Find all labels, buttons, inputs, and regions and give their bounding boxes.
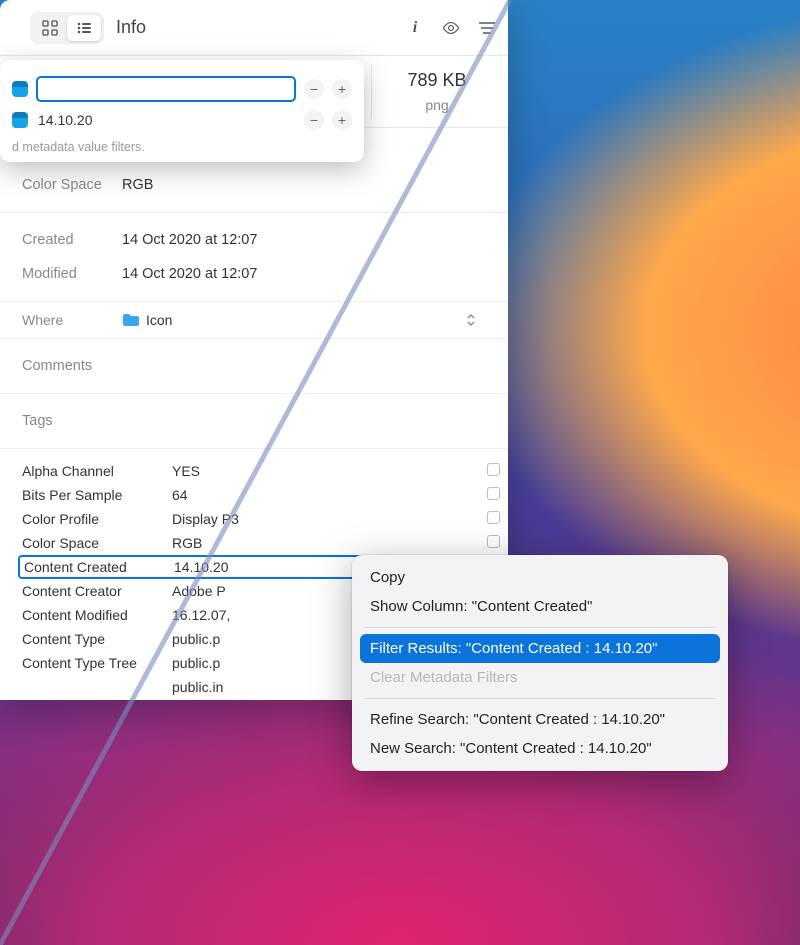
colorspace-value: RGB <box>122 177 486 193</box>
filter-row-2: 14.10.20 − + <box>12 106 352 134</box>
metadata-label: Color Profile <box>22 511 172 527</box>
colorspace-label: Color Space <box>22 177 122 193</box>
info-dates-section: Created 14 Oct 2020 at 12:07 Modified 14… <box>0 212 508 301</box>
metadata-value: 64 <box>172 487 478 503</box>
chevron-updown-icon[interactable] <box>466 312 476 328</box>
info-icon[interactable]: i <box>406 19 424 37</box>
filter-chip-icon <box>12 112 28 128</box>
filter-value-text-2[interactable]: 14.10.20 <box>36 112 296 128</box>
metadata-checkbox[interactable] <box>478 535 508 551</box>
preview-icon[interactable] <box>442 19 460 37</box>
metadata-label: Content Type Tree <box>22 655 172 671</box>
ctx-copy[interactable]: Copy <box>360 563 720 592</box>
metadata-checkbox[interactable] <box>478 487 508 503</box>
add-filter-button-2[interactable]: + <box>332 110 352 130</box>
created-value: 14 Oct 2020 at 12:07 <box>122 232 486 248</box>
ctx-clear-filters: Clear Metadata Filters <box>360 663 720 692</box>
metadata-label: Alpha Channel <box>22 463 172 479</box>
add-filter-button-1[interactable]: + <box>332 79 352 99</box>
metadata-row[interactable]: Color SpaceRGB <box>22 531 508 555</box>
metadata-label: Content Created <box>24 559 174 575</box>
info-tags-section: Tags <box>0 393 508 448</box>
modified-label: Modified <box>22 266 122 282</box>
ctx-show-column[interactable]: Show Column: "Content Created" <box>360 592 720 621</box>
comments-label: Comments <box>22 358 122 374</box>
filter-value-input-1[interactable] <box>36 76 296 102</box>
metadata-label: Content Type <box>22 631 172 647</box>
metadata-row[interactable]: Color ProfileDisplay P3 <box>22 507 508 531</box>
context-menu: Copy Show Column: "Content Created" Filt… <box>352 555 728 771</box>
metadata-label: Bits Per Sample <box>22 487 172 503</box>
created-label: Created <box>22 232 122 248</box>
metadata-value: Display P3 <box>172 511 478 527</box>
remove-filter-button-2[interactable]: − <box>304 110 324 130</box>
filter-popup: − + 14.10.20 − + d metadata value filter… <box>0 60 364 162</box>
where-folder[interactable]: Icon <box>122 312 172 328</box>
where-label: Where <box>22 312 122 328</box>
list-icon <box>76 20 92 36</box>
titlebar: Info i <box>0 0 508 56</box>
list-view-button[interactable] <box>67 15 101 41</box>
settings-lines-icon[interactable] <box>478 19 496 37</box>
view-switch[interactable] <box>30 12 104 44</box>
info-where-section: Where Icon <box>0 301 508 338</box>
remove-filter-button-1[interactable]: − <box>304 79 324 99</box>
ctx-separator <box>364 698 716 699</box>
metadata-label: Content Creator <box>22 583 172 599</box>
filter-chip-icon <box>12 81 28 97</box>
grid-view-button[interactable] <box>33 15 67 41</box>
metadata-checkbox[interactable] <box>478 463 508 479</box>
metadata-checkbox[interactable] <box>478 511 508 527</box>
metadata-value: RGB <box>172 535 478 551</box>
where-value: Icon <box>146 312 172 328</box>
metadata-label: Color Space <box>22 535 172 551</box>
file-extension: png <box>382 97 492 113</box>
ctx-new-search[interactable]: New Search: "Content Created : 14.10.20" <box>360 734 720 763</box>
ctx-filter-results[interactable]: Filter Results: "Content Created : 14.10… <box>360 634 720 663</box>
tags-label: Tags <box>22 413 122 429</box>
metadata-label: Content Modified <box>22 607 172 623</box>
metadata-value: YES <box>172 463 478 479</box>
info-comments-section: Comments <box>0 338 508 393</box>
window-title: Info <box>116 17 394 38</box>
metadata-row[interactable]: Bits Per Sample64 <box>22 483 508 507</box>
file-size: 789 KB <box>382 70 492 91</box>
folder-icon <box>122 313 140 327</box>
filter-row-1: − + <box>12 72 352 106</box>
filter-popup-footer: d metadata value filters. <box>12 140 352 154</box>
ctx-separator <box>364 627 716 628</box>
ctx-refine-search[interactable]: Refine Search: "Content Created : 14.10.… <box>360 705 720 734</box>
metadata-row[interactable]: Alpha ChannelYES <box>22 459 508 483</box>
modified-value: 14 Oct 2020 at 12:07 <box>122 266 486 282</box>
grid-icon <box>42 20 58 36</box>
